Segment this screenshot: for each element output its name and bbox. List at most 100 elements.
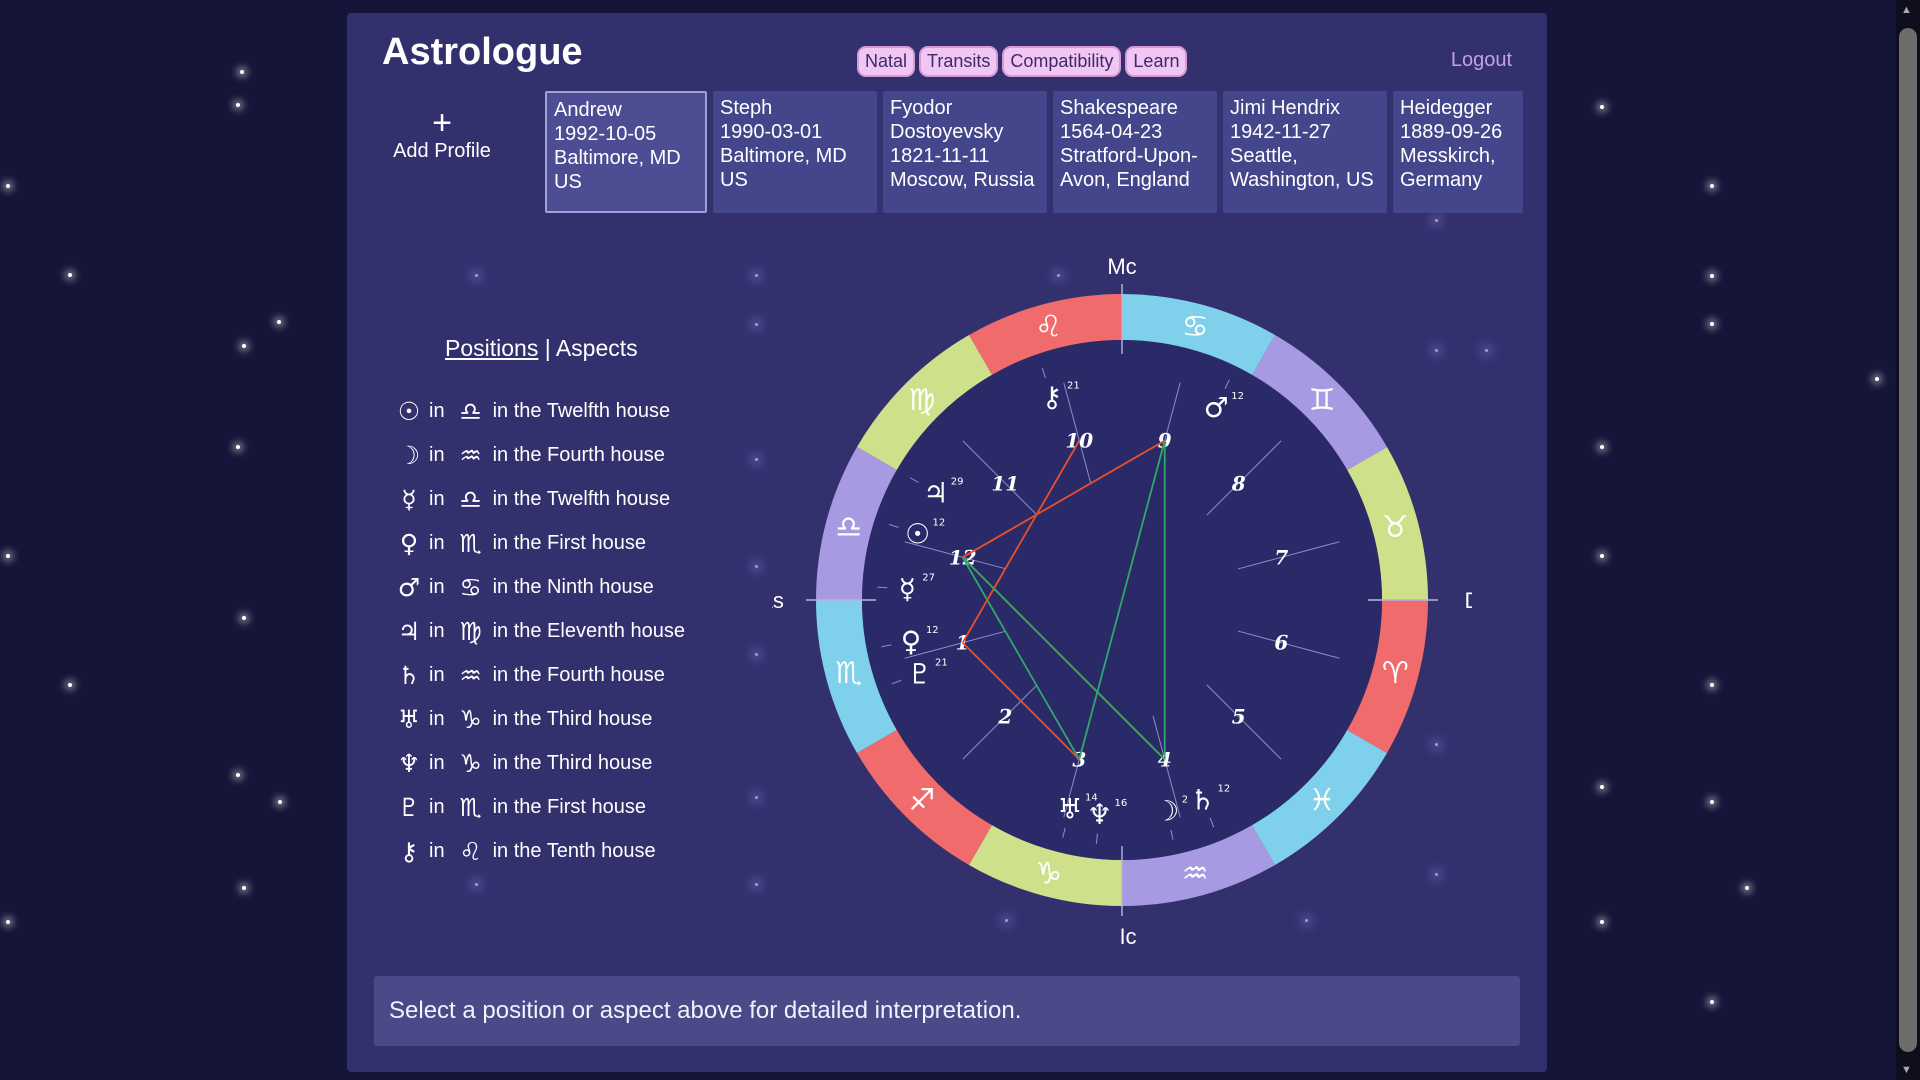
angle-label-ds: Ds bbox=[1465, 588, 1472, 613]
house-number: 10 bbox=[1065, 429, 1093, 453]
add-profile-button[interactable]: + Add Profile bbox=[382, 106, 502, 163]
virgo-icon: ♍ bbox=[459, 616, 482, 646]
panel-star bbox=[755, 274, 758, 277]
position-row[interactable]: ♅ in ♑ in the Third house bbox=[395, 697, 685, 741]
planet-degree-label: 12 bbox=[933, 518, 946, 529]
add-profile-label: Add Profile bbox=[393, 140, 491, 162]
star bbox=[236, 445, 240, 449]
planet-tick bbox=[877, 586, 888, 589]
aries-icon: ♈ bbox=[1382, 656, 1409, 691]
star bbox=[240, 70, 244, 74]
scrollbar[interactable]: ▲ ▼ bbox=[1896, 0, 1920, 1080]
tab-positions[interactable]: Positions bbox=[445, 335, 538, 361]
profile-card-andrew[interactable]: Andrew 1992-10-05 Baltimore, MD US bbox=[545, 91, 707, 213]
plus-icon: + bbox=[432, 104, 452, 142]
profile-line: 1889-09-26 bbox=[1400, 121, 1503, 143]
planet-degree-label: 21 bbox=[1067, 381, 1080, 392]
scorpio-icon: ♏ bbox=[459, 528, 482, 558]
star bbox=[1875, 377, 1879, 381]
position-in-label: in bbox=[429, 531, 445, 554]
star bbox=[236, 103, 240, 107]
position-row[interactable]: ♆ in ♑ in the Third house bbox=[395, 741, 685, 785]
venus-icon[interactable]: ♀ bbox=[901, 625, 922, 658]
star bbox=[242, 344, 246, 348]
star bbox=[1710, 683, 1714, 687]
panel-star bbox=[475, 274, 478, 277]
libra-icon: ♎ bbox=[459, 484, 482, 514]
capricorn-icon: ♑ bbox=[459, 748, 482, 778]
tab-aspects[interactable]: Aspects bbox=[556, 335, 638, 361]
position-row[interactable]: ♄ in ♒ in the Fourth house bbox=[395, 653, 685, 697]
star bbox=[1710, 274, 1714, 278]
profile-card-shakespeare[interactable]: Shakespeare 1564-04-23 Stratford-Upon- A… bbox=[1053, 91, 1217, 213]
uranus-icon[interactable]: ♅ bbox=[1057, 793, 1082, 826]
profile-line: Baltimore, MD bbox=[720, 145, 847, 167]
nav-compatibility-button[interactable]: Compatibility bbox=[1002, 46, 1122, 77]
position-row[interactable]: ♃ in ♍ in the Eleventh house bbox=[395, 609, 685, 653]
virgo-icon: ♍ bbox=[908, 383, 935, 418]
position-house-label: in the First house bbox=[492, 531, 646, 554]
profile-card-steph[interactable]: Steph 1990-03-01 Baltimore, MD US bbox=[713, 91, 877, 213]
planet-degree-label: 12 bbox=[926, 625, 939, 636]
star bbox=[278, 800, 282, 804]
profile-line: Dostoyevsky bbox=[890, 121, 1004, 143]
capricorn-icon: ♑ bbox=[1035, 856, 1062, 891]
saturn-icon[interactable]: ♄ bbox=[1190, 783, 1215, 816]
position-in-label: in bbox=[429, 399, 445, 422]
nav-transits-button[interactable]: Transits bbox=[919, 46, 999, 77]
star bbox=[242, 616, 246, 620]
position-row[interactable]: ⚷ in ♌ in the Tenth house bbox=[395, 829, 685, 873]
profile-card-fyodor[interactable]: Fyodor Dostoyevsky 1821-11-11 Moscow, Ru… bbox=[883, 91, 1047, 213]
star bbox=[1710, 1000, 1714, 1004]
chiron-icon[interactable]: ⚷ bbox=[1042, 381, 1063, 414]
profile-card-heidegger[interactable]: Heidegger 1889-09-26 Messkirch, Germany bbox=[1393, 91, 1523, 213]
pisces-icon: ♓ bbox=[1309, 783, 1336, 818]
nav-natal-button[interactable]: Natal bbox=[857, 46, 916, 77]
logout-link[interactable]: Logout bbox=[1451, 49, 1512, 72]
natal-chart-wheel: ♌♍♎♏♐♑♒♓♈♉♊♋123456789101112McIcAsDs⚷21♂1… bbox=[772, 254, 1472, 949]
star bbox=[1745, 886, 1749, 890]
panel-star bbox=[1435, 219, 1438, 222]
scroll-up-icon[interactable]: ▲ bbox=[1901, 4, 1912, 16]
main-panel: Astrologue Natal Transits Compatibility … bbox=[347, 13, 1547, 1072]
house-number: 2 bbox=[997, 705, 1012, 729]
profile-card-jimi-hendrix[interactable]: Jimi Hendrix 1942-11-27 Seattle, Washing… bbox=[1223, 91, 1387, 213]
mercury-icon[interactable]: ☿ bbox=[899, 573, 916, 606]
position-in-label: in bbox=[429, 443, 445, 466]
angle-label-as: As bbox=[772, 588, 784, 613]
scorpio-icon: ♏ bbox=[835, 656, 862, 691]
profile-line: 1942-11-27 bbox=[1230, 121, 1331, 143]
sun-icon[interactable]: ☉ bbox=[905, 518, 930, 551]
pluto-icon[interactable]: ♇ bbox=[907, 658, 932, 691]
star bbox=[1710, 800, 1714, 804]
star bbox=[277, 320, 281, 324]
leo-icon: ♌ bbox=[459, 836, 482, 866]
jupiter-icon[interactable]: ♃ bbox=[923, 477, 948, 510]
position-row[interactable]: ☽ in ♒ in the Fourth house bbox=[395, 433, 685, 477]
planet-degree-label: 12 bbox=[1218, 783, 1231, 794]
scroll-down-icon[interactable]: ▼ bbox=[1901, 1064, 1912, 1076]
position-row[interactable]: ☿ in ♎ in the Twelfth house bbox=[395, 477, 685, 521]
position-row[interactable]: ♇ in ♏ in the First house bbox=[395, 785, 685, 829]
scroll-thumb[interactable] bbox=[1899, 28, 1917, 1052]
profile-line: 1821-11-11 bbox=[890, 145, 990, 167]
panel-star bbox=[755, 653, 758, 656]
angle-label-mc: Mc bbox=[1107, 254, 1136, 279]
view-tabs: Positions | Aspects bbox=[445, 335, 638, 362]
star bbox=[6, 920, 10, 924]
star bbox=[1600, 920, 1604, 924]
star bbox=[242, 886, 246, 890]
profile-line: 1564-04-23 bbox=[1060, 121, 1163, 143]
neptune-icon[interactable]: ♆ bbox=[1087, 798, 1112, 831]
mars-icon[interactable]: ♂ bbox=[1204, 391, 1229, 424]
position-in-label: in bbox=[429, 619, 445, 642]
pluto-icon: ♇ bbox=[397, 792, 421, 822]
nav-learn-button[interactable]: Learn bbox=[1125, 46, 1188, 77]
panel-star bbox=[1485, 349, 1488, 352]
position-row[interactable]: ♀ in ♏ in the First house bbox=[395, 521, 685, 565]
moon-icon[interactable]: ☽ bbox=[1154, 794, 1179, 827]
sun-icon: ☉ bbox=[397, 396, 421, 426]
position-row[interactable]: ☉ in ♎ in the Twelfth house bbox=[395, 389, 685, 433]
venus-icon: ♀ bbox=[399, 528, 419, 558]
position-row[interactable]: ♂ in ♋ in the Ninth house bbox=[395, 565, 685, 609]
